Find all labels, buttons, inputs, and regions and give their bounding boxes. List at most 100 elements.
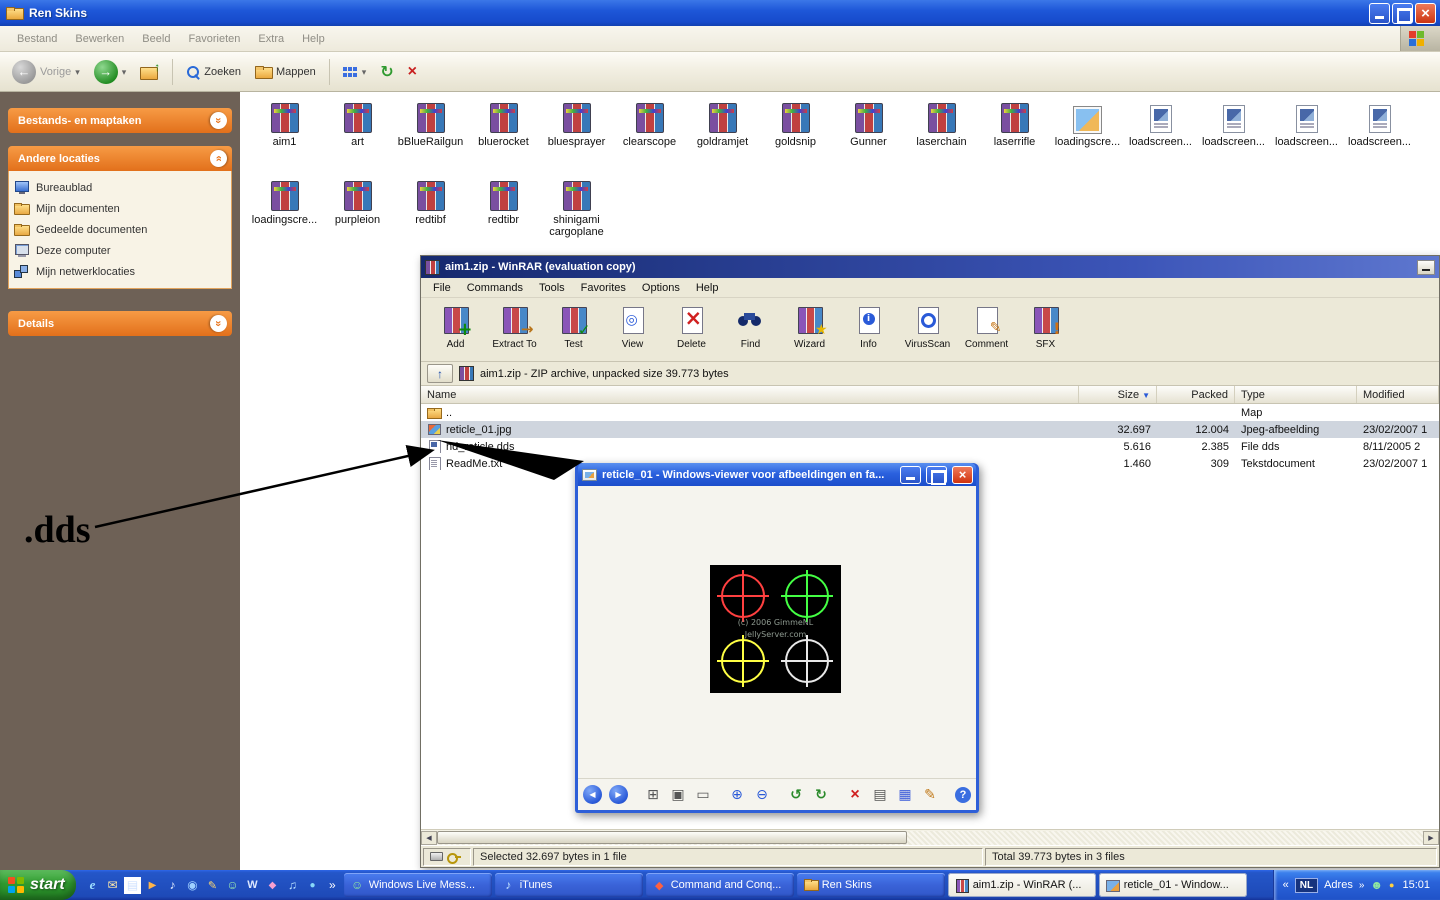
menu-item[interactable]: Help [293, 33, 334, 45]
file-icon-item[interactable]: clearscope [613, 100, 686, 178]
viewer-tool-icon[interactable] [871, 786, 889, 804]
menu-item[interactable]: Bestand [8, 33, 66, 45]
menu-item[interactable]: Options [634, 282, 688, 294]
search-button[interactable]: Zoeken [182, 63, 245, 81]
quick-launch-icon[interactable] [304, 877, 321, 894]
file-icon-item[interactable]: purpleion [321, 178, 394, 256]
file-row[interactable]: reticle_01.jpg 32.697 12.004 Jpeg-afbeel… [421, 421, 1439, 438]
sidebar-panel-other-places[interactable]: Andere locaties [8, 146, 232, 171]
menu-item[interactable]: Help [688, 282, 727, 294]
sidebar-item[interactable]: Deze computer [14, 243, 226, 258]
winrar-tool-button[interactable]: Delete [663, 301, 720, 359]
scrollbar-thumb[interactable] [437, 831, 907, 844]
chevron-up-icon[interactable] [210, 150, 227, 167]
file-icon-item[interactable]: aim1 [248, 100, 321, 178]
quick-launch-icon[interactable] [124, 877, 141, 894]
address-chevron-icon[interactable] [1359, 879, 1365, 891]
task-button[interactable]: iTunes [495, 873, 643, 897]
file-icon-item[interactable]: loadingscre... [1051, 100, 1124, 178]
up-one-level-button[interactable] [427, 364, 453, 383]
menu-item[interactable]: Extra [249, 33, 293, 45]
viewer-tool-icon[interactable] [644, 786, 662, 804]
column-modified[interactable]: Modified [1357, 386, 1439, 403]
column-packed[interactable]: Packed [1157, 386, 1235, 403]
viewer-tool-icon[interactable] [921, 786, 939, 804]
forward-button[interactable] [90, 58, 131, 86]
file-icon-item[interactable]: shinigami cargoplane [540, 178, 613, 256]
scrollbar-track[interactable] [437, 831, 1423, 845]
file-icon-item[interactable]: art [321, 100, 394, 178]
viewer-tool-icon[interactable] [787, 786, 805, 804]
quick-launch-icon[interactable] [204, 877, 221, 894]
quick-launch-icon[interactable] [264, 877, 281, 894]
winrar-tool-button[interactable]: VirusScan [899, 301, 956, 359]
task-button[interactable]: Windows Live Mess... [344, 873, 492, 897]
maximize-button[interactable] [1392, 3, 1413, 24]
viewer-tool-icon[interactable] [753, 786, 771, 804]
menu-item[interactable]: Tools [531, 282, 573, 294]
viewer-close-button[interactable] [952, 466, 973, 484]
file-row[interactable]: hd_reticle.dds 5.616 2.385 File dds 8/11… [421, 438, 1439, 455]
file-icon-item[interactable]: loadingscre... [248, 178, 321, 256]
file-icon-item[interactable]: redtibr [467, 178, 540, 256]
winrar-tool-button[interactable]: Wizard [781, 301, 838, 359]
viewer-tool-icon[interactable] [609, 785, 628, 804]
viewer-tool-icon[interactable] [812, 786, 830, 804]
winrar-tool-button[interactable]: Test [545, 301, 602, 359]
quick-launch-icon[interactable] [144, 877, 161, 894]
quick-launch-icon[interactable] [104, 877, 121, 894]
scroll-left-button[interactable] [421, 831, 437, 845]
column-name[interactable]: Name [421, 386, 1079, 403]
quick-launch-icon[interactable] [184, 877, 201, 894]
hide-icons-chevron[interactable] [1283, 879, 1289, 891]
start-button[interactable]: start [0, 870, 76, 900]
menu-item[interactable]: Favorites [573, 282, 634, 294]
file-row[interactable]: .. Map [421, 404, 1439, 421]
file-icon-item[interactable]: loadscreen... [1124, 100, 1197, 178]
winrar-tool-button[interactable]: Info [840, 301, 897, 359]
file-icon-item[interactable]: loadscreen... [1197, 100, 1270, 178]
task-button[interactable]: Ren Skins [797, 873, 945, 897]
column-size[interactable]: Size [1079, 386, 1157, 403]
file-icon-item[interactable]: redtibf [394, 178, 467, 256]
sidebar-item[interactable]: Bureaublad [14, 180, 226, 195]
messenger-tray-icon[interactable] [1370, 878, 1383, 892]
task-button[interactable]: aim1.zip - WinRAR (... [948, 873, 1096, 897]
viewer-tool-icon[interactable] [846, 786, 864, 804]
sidebar-panel-details[interactable]: Details [8, 311, 232, 336]
file-icon-item[interactable]: laserrifle [978, 100, 1051, 178]
winrar-tool-button[interactable]: SFX [1017, 301, 1074, 359]
sidebar-item[interactable]: Gedeelde documenten [14, 222, 226, 237]
task-button[interactable]: Command and Conq... [646, 873, 794, 897]
views-button[interactable] [339, 64, 371, 80]
chevron-down-icon[interactable] [210, 315, 227, 332]
stop-button[interactable] [404, 61, 421, 83]
sidebar-panel-file-tasks[interactable]: Bestands- en maptaken [8, 108, 232, 133]
column-type[interactable]: Type [1235, 386, 1357, 403]
quick-launch-icon[interactable] [284, 877, 301, 894]
quick-launch-icon[interactable] [84, 877, 101, 894]
minimize-button[interactable] [1369, 3, 1390, 24]
address-toolbar-label[interactable]: Adres [1324, 879, 1353, 891]
winrar-tool-button[interactable]: View [604, 301, 661, 359]
winrar-tool-button[interactable]: Comment [958, 301, 1015, 359]
viewer-tool-icon[interactable] [728, 786, 746, 804]
scroll-right-button[interactable] [1423, 831, 1439, 845]
file-icon-item[interactable]: loadscreen... [1270, 100, 1343, 178]
file-icon-item[interactable]: Gunner [832, 100, 905, 178]
viewer-tool-icon[interactable] [896, 786, 914, 804]
menu-item[interactable]: Favorieten [179, 33, 249, 45]
winrar-tool-button[interactable]: Find [722, 301, 779, 359]
viewer-tool-icon[interactable] [955, 787, 971, 803]
file-icon-item[interactable]: bBlueRailgun [394, 100, 467, 178]
language-indicator[interactable]: NL [1295, 878, 1318, 893]
viewer-tool-icon[interactable] [583, 785, 602, 804]
winrar-tool-button[interactable]: Add [427, 301, 484, 359]
viewer-minimize-button[interactable] [900, 466, 921, 484]
menu-item[interactable]: Beeld [133, 33, 179, 45]
viewer-maximize-button[interactable] [926, 466, 947, 484]
file-icon-item[interactable]: bluerocket [467, 100, 540, 178]
tray-icon[interactable] [1389, 879, 1394, 891]
chevron-down-icon[interactable] [210, 112, 227, 129]
back-button[interactable]: Vorige [8, 58, 84, 86]
